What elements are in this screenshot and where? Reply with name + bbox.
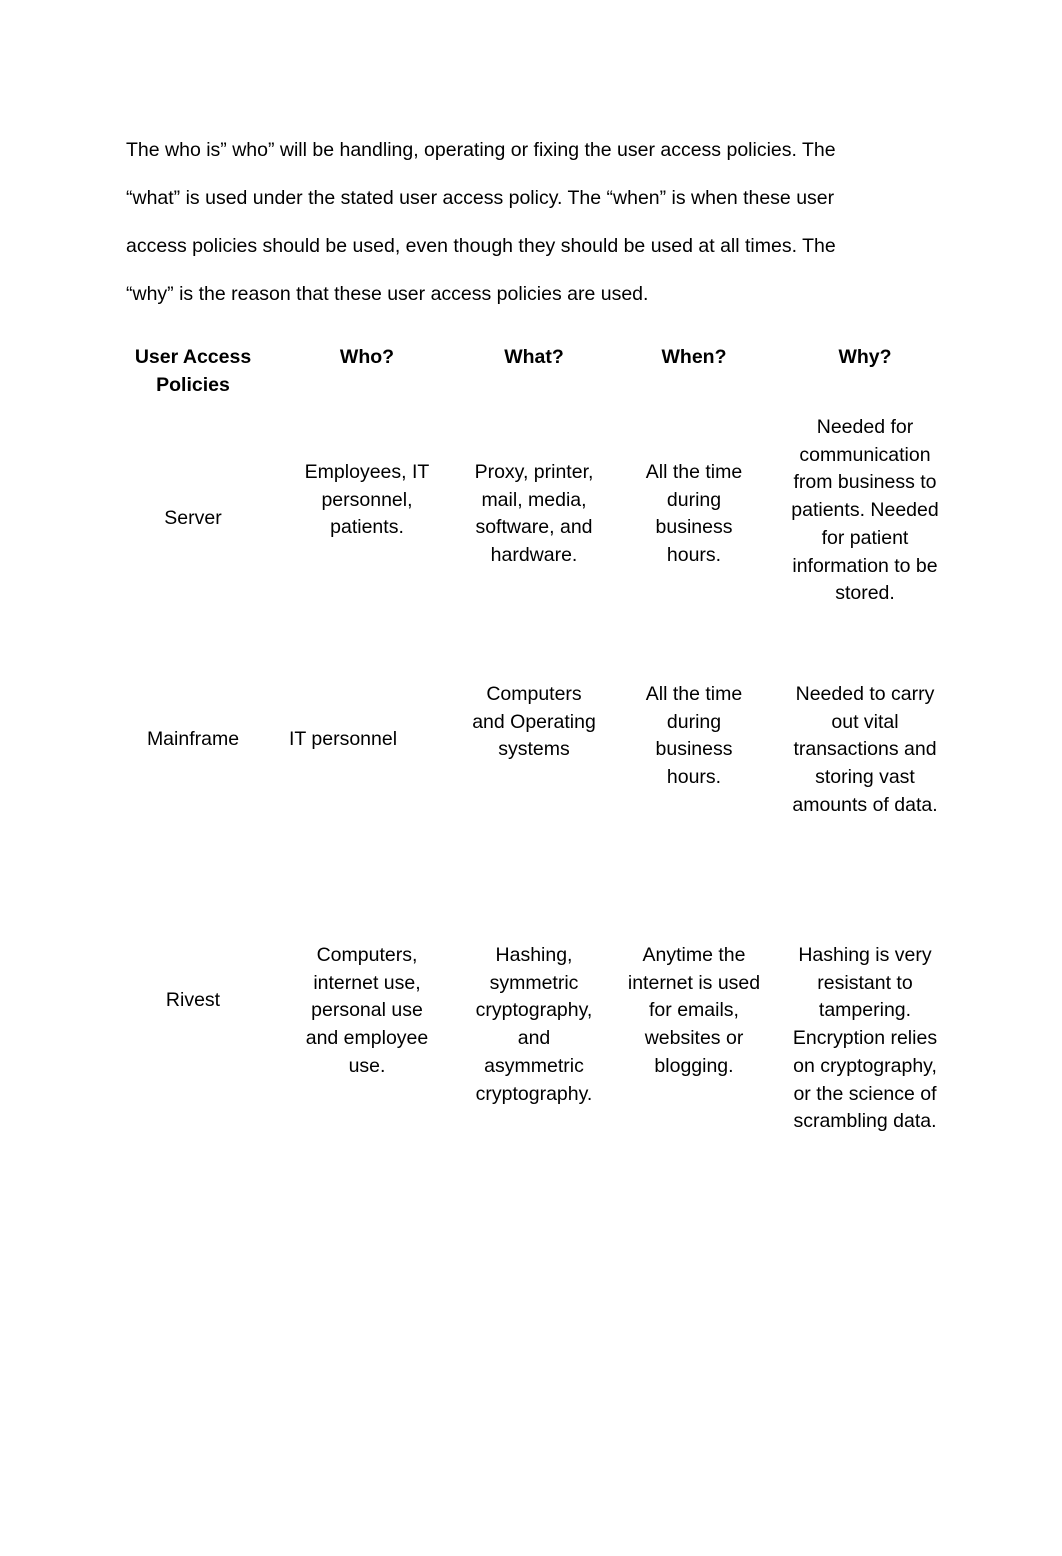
header-line: Why? xyxy=(838,346,892,368)
cell-line: Computers, xyxy=(316,944,418,966)
cell-what: Computers and Operating systems xyxy=(454,681,614,764)
cell-line: Hashing is very xyxy=(798,944,932,966)
cell-line: Encryption relies xyxy=(792,1027,938,1050)
cell-line: information to be xyxy=(792,554,938,577)
paragraph-line: “what” is used under the stated user acc… xyxy=(126,187,835,209)
cell-policy: Rivest xyxy=(113,987,273,1015)
cell-line: Employees, IT xyxy=(304,461,430,483)
header-when: When? xyxy=(614,344,774,372)
cell-line: or the science of xyxy=(793,1082,937,1105)
cell-line: Proxy, printer, xyxy=(474,461,594,483)
cell-policy: Mainframe xyxy=(113,726,273,754)
cell-line: cryptography. xyxy=(475,1082,593,1105)
intro-paragraph: The who is” who” will be handling, opera… xyxy=(126,136,926,328)
header-line: Who? xyxy=(339,346,395,368)
cell-line: and xyxy=(517,1027,551,1050)
cell-line: Anytime the xyxy=(642,944,746,966)
cell-line: personnel, xyxy=(321,488,413,511)
cell-line: Server xyxy=(164,507,222,529)
cell-line: and Operating xyxy=(472,710,596,733)
cell-what: Proxy, printer, mail, media, software, a… xyxy=(454,459,614,570)
cell-line: use. xyxy=(348,1054,386,1077)
cell-line: during xyxy=(666,488,722,511)
cell-line: business xyxy=(655,516,733,539)
cell-line: resistant to xyxy=(817,971,913,994)
header-line: When? xyxy=(661,346,727,368)
cell-line: internet use, xyxy=(313,971,421,994)
cell-when: Anytime the internet is used for emails,… xyxy=(614,942,774,1081)
cell-who: IT personnel xyxy=(289,726,449,754)
cell-line: All the time xyxy=(645,461,743,483)
cell-line: systems xyxy=(498,738,570,761)
cell-line: blogging. xyxy=(654,1054,734,1077)
cell-line: Computers xyxy=(486,683,582,705)
cell-what: Hashing, symmetric cryptography, and asy… xyxy=(454,942,614,1108)
cell-policy: Server xyxy=(113,505,273,533)
cell-why: Hashing is very resistant to tampering. … xyxy=(780,942,950,1136)
header-line: Policies xyxy=(156,373,230,396)
cell-line: hours. xyxy=(666,544,722,567)
cell-line: IT personnel xyxy=(289,728,398,750)
cell-line: asymmetric xyxy=(484,1054,584,1077)
cell-line: and employee xyxy=(305,1027,429,1050)
cell-line: Hashing, xyxy=(495,944,573,966)
cell-line: Needed to carry xyxy=(795,683,935,705)
cell-line: All the time xyxy=(645,683,743,705)
cell-who: Employees, IT personnel, patients. xyxy=(287,459,447,542)
cell-line: scrambling data. xyxy=(793,1110,937,1133)
cell-line: personal use xyxy=(311,999,423,1022)
cell-line: during xyxy=(666,710,722,733)
header-line: User Access xyxy=(134,346,252,368)
header-what: What? xyxy=(454,344,614,372)
cell-when: All the time during business hours. xyxy=(614,681,774,792)
cell-line: Rivest xyxy=(165,989,221,1011)
cell-line: patients. Needed xyxy=(791,499,939,522)
cell-line: cryptography, xyxy=(475,999,593,1022)
header-user-access-policies: User Access Policies xyxy=(113,344,273,399)
cell-who: Computers, internet use, personal use an… xyxy=(287,942,447,1081)
cell-line: business xyxy=(655,738,733,761)
cell-why: Needed to carry out vital transactions a… xyxy=(780,681,950,820)
cell-line: storing vast xyxy=(815,766,915,789)
header-why: Why? xyxy=(780,344,950,372)
cell-line: from business to xyxy=(793,471,937,494)
cell-line: stored. xyxy=(835,582,895,605)
cell-line: patients. xyxy=(330,516,404,539)
cell-line: transactions and xyxy=(793,738,937,761)
cell-line: amounts of data. xyxy=(792,793,938,816)
cell-line: for patient xyxy=(821,526,909,549)
cell-line: hours. xyxy=(666,766,722,789)
cell-line: for emails, xyxy=(649,999,739,1022)
cell-line: hardware. xyxy=(490,544,578,567)
header-line: What? xyxy=(504,346,564,368)
cell-line: internet is used xyxy=(627,971,761,994)
cell-line: tampering. xyxy=(818,999,912,1022)
cell-line: mail, media, xyxy=(481,488,587,511)
cell-line: communication xyxy=(799,443,931,466)
paragraph-line: The who is” who” will be handling, opera… xyxy=(126,139,836,161)
cell-line: Needed for xyxy=(816,416,914,438)
cell-when: All the time during business hours. xyxy=(614,459,774,570)
cell-why: Needed for communication from business t… xyxy=(780,414,950,608)
cell-line: on cryptography, xyxy=(793,1054,937,1077)
paragraph-line: access policies should be used, even tho… xyxy=(126,235,836,257)
cell-line: symmetric xyxy=(489,971,579,994)
cell-line: software, and xyxy=(475,516,593,539)
paragraph-line: “why” is the reason that these user acce… xyxy=(126,283,649,305)
cell-line: out vital xyxy=(831,710,899,733)
header-who: Who? xyxy=(287,344,447,372)
cell-line: Mainframe xyxy=(146,728,240,750)
cell-line: websites or xyxy=(644,1027,744,1050)
